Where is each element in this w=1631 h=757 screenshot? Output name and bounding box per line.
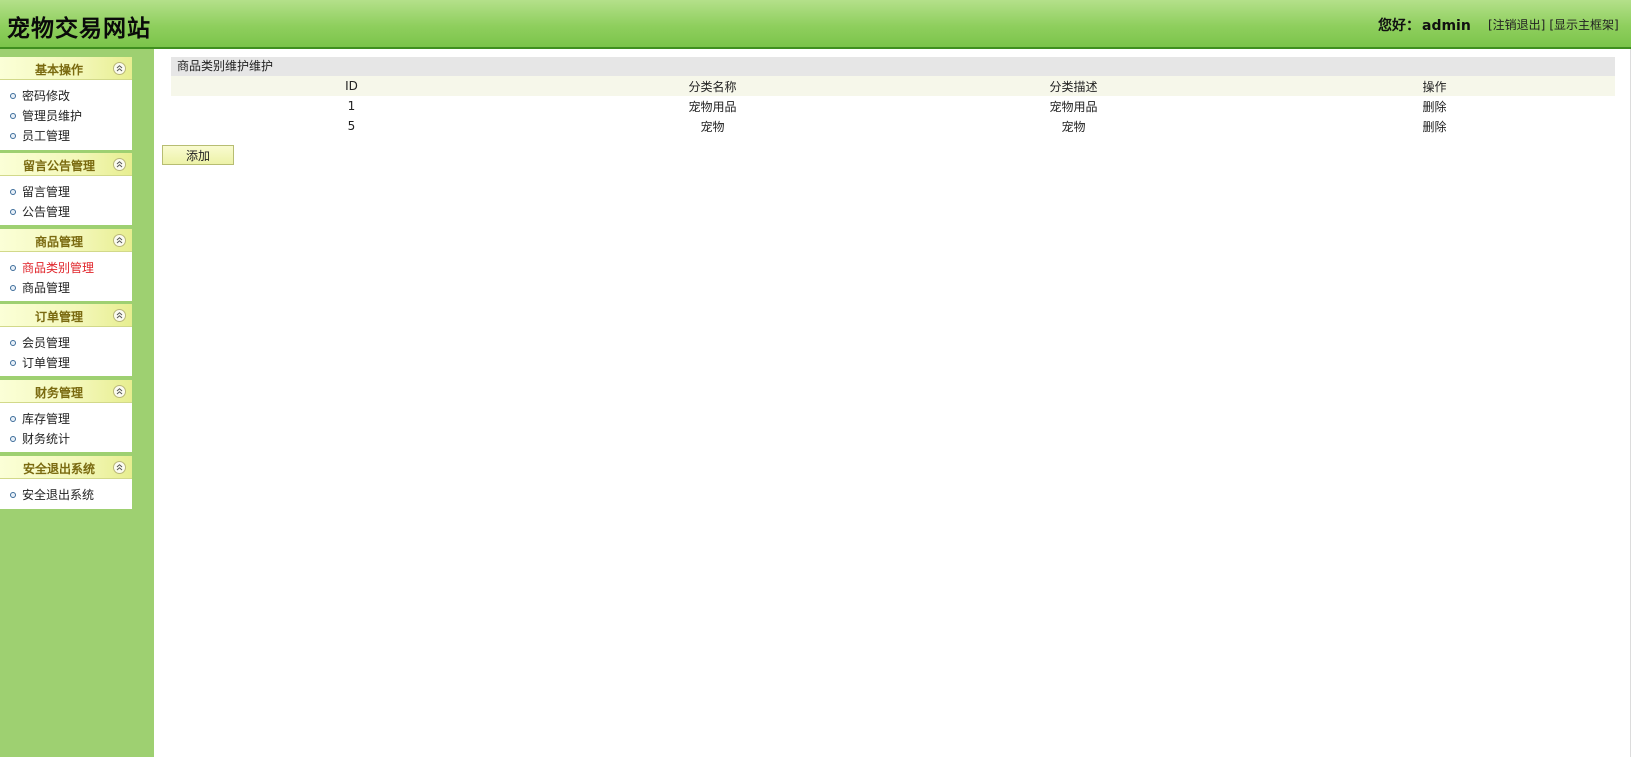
table-row: 1 宠物用品 宠物用品 删除 xyxy=(171,96,1615,116)
menu-group-orders: 订单管理 会员管理 订单管理 xyxy=(0,304,132,376)
collapse-up-icon[interactable] xyxy=(113,309,126,322)
sidebar-item-notice-management[interactable]: 公告管理 xyxy=(0,203,132,223)
logout-link[interactable]: [注销退出] xyxy=(1488,18,1545,32)
table-header-row: ID 分类名称 分类描述 操作 xyxy=(171,76,1615,96)
bullet-icon xyxy=(10,209,16,215)
collapse-up-icon[interactable] xyxy=(113,385,126,398)
sidebar-item-label: 订单管理 xyxy=(22,356,71,370)
sidebar-item-label: 商品类别管理 xyxy=(22,261,95,275)
sidebar-item-member-management[interactable]: 会员管理 xyxy=(0,334,132,354)
cell-id: 1 xyxy=(347,99,356,113)
show-main-frame-link[interactable]: [显示主框架] xyxy=(1549,18,1618,32)
menu-group-title: 订单管理 xyxy=(34,310,83,324)
bullet-icon xyxy=(10,113,16,119)
column-header-action: 操作 xyxy=(1422,79,1447,94)
sidebar-item-label: 留言管理 xyxy=(22,185,71,199)
sidebar-item-password-change[interactable]: 密码修改 xyxy=(0,87,132,107)
menu-group-message-notice: 留言公告管理 留言管理 公告管理 xyxy=(0,153,132,225)
collapse-up-icon[interactable] xyxy=(113,461,126,474)
bullet-icon xyxy=(10,133,16,139)
menu-group-header[interactable]: 基本操作 xyxy=(0,57,132,80)
menu-group-title: 安全退出系统 xyxy=(22,462,95,476)
column-header-id: ID xyxy=(345,79,358,93)
menu-group-title: 基本操作 xyxy=(34,63,83,77)
cell-desc: 宠物 xyxy=(1061,119,1086,134)
top-header: 宠物交易网站 您好： admin [注销退出] [显示主框架] xyxy=(0,0,1631,49)
sidebar-item-label: 员工管理 xyxy=(22,129,71,143)
sidebar-item-message-management[interactable]: 留言管理 xyxy=(0,183,132,203)
menu-group-safe-exit: 安全退出系统 安全退出系统 xyxy=(0,456,132,509)
column-header-desc: 分类描述 xyxy=(1049,79,1098,94)
table-row: 5 宠物 宠物 删除 xyxy=(171,116,1615,136)
sidebar-item-label: 库存管理 xyxy=(22,412,71,426)
sidebar-item-label: 财务统计 xyxy=(22,432,71,446)
sidebar: 基本操作 密码修改 管理员维护 员工管理 留言公告管理 留言管理 公告管理 商品… xyxy=(0,49,154,757)
site-title: 宠物交易网站 xyxy=(7,16,151,42)
collapse-up-icon[interactable] xyxy=(113,158,126,171)
sidebar-item-label: 管理员维护 xyxy=(22,109,83,123)
column-header-name: 分类名称 xyxy=(688,79,737,94)
bullet-icon xyxy=(10,93,16,99)
sidebar-item-order-management[interactable]: 订单管理 xyxy=(0,354,132,374)
sidebar-item-label: 商品管理 xyxy=(22,281,71,295)
menu-group-finance: 财务管理 库存管理 财务统计 xyxy=(0,380,132,452)
cell-id: 5 xyxy=(347,119,356,133)
panel-title: 商品类别维护维护 xyxy=(171,57,1615,76)
cell-name: 宠物 xyxy=(700,119,725,134)
cell-name: 宠物用品 xyxy=(688,99,737,114)
bullet-icon xyxy=(10,340,16,346)
menu-group-header[interactable]: 商品管理 xyxy=(0,229,132,252)
collapse-up-icon[interactable] xyxy=(113,234,126,247)
delete-link[interactable]: 删除 xyxy=(1254,96,1615,116)
menu-group-title: 财务管理 xyxy=(34,386,83,400)
sidebar-item-goods-management[interactable]: 商品管理 xyxy=(0,279,132,299)
header-links: [注销退出] [显示主框架] xyxy=(1488,16,1619,33)
sidebar-item-goods-category[interactable]: 商品类别管理 xyxy=(0,259,132,279)
username: admin xyxy=(1422,18,1471,34)
sidebar-item-safe-exit[interactable]: 安全退出系统 xyxy=(0,486,132,506)
bullet-icon xyxy=(10,265,16,271)
bullet-icon xyxy=(10,189,16,195)
add-button[interactable]: 添加 xyxy=(162,145,234,165)
sidebar-item-finance-statistics[interactable]: 财务统计 xyxy=(0,430,132,450)
delete-link[interactable]: 删除 xyxy=(1254,116,1615,136)
menu-group-title: 商品管理 xyxy=(34,235,83,249)
sidebar-item-label: 安全退出系统 xyxy=(22,488,95,502)
bullet-icon xyxy=(10,492,16,498)
sidebar-item-admin-maintenance[interactable]: 管理员维护 xyxy=(0,107,132,127)
main-content: 商品类别维护维护 ID 分类名称 分类描述 操作 1 宠物用品 宠物用品 删除 … xyxy=(154,49,1631,757)
sidebar-item-inventory-management[interactable]: 库存管理 xyxy=(0,410,132,430)
bullet-icon xyxy=(10,285,16,291)
menu-group-basic-ops: 基本操作 密码修改 管理员维护 员工管理 xyxy=(0,57,132,150)
sidebar-item-label: 公告管理 xyxy=(22,205,71,219)
bullet-icon xyxy=(10,416,16,422)
user-greeting: 您好： admin xyxy=(1378,15,1471,35)
cell-desc: 宠物用品 xyxy=(1049,99,1098,114)
menu-group-goods: 商品管理 商品类别管理 商品管理 xyxy=(0,229,132,301)
bullet-icon xyxy=(10,360,16,366)
menu-group-header[interactable]: 订单管理 xyxy=(0,304,132,327)
sidebar-item-staff-management[interactable]: 员工管理 xyxy=(0,127,132,147)
collapse-up-icon[interactable] xyxy=(113,62,126,75)
menu-group-header[interactable]: 留言公告管理 xyxy=(0,153,132,176)
category-table: ID 分类名称 分类描述 操作 1 宠物用品 宠物用品 删除 5 宠物 宠物 删… xyxy=(171,76,1615,136)
sidebar-item-label: 会员管理 xyxy=(22,336,71,350)
bullet-icon xyxy=(10,436,16,442)
greeting-label: 您好： xyxy=(1378,18,1420,34)
menu-group-title: 留言公告管理 xyxy=(22,159,95,173)
sidebar-item-label: 密码修改 xyxy=(22,89,71,103)
menu-group-header[interactable]: 财务管理 xyxy=(0,380,132,403)
menu-group-header[interactable]: 安全退出系统 xyxy=(0,456,132,479)
